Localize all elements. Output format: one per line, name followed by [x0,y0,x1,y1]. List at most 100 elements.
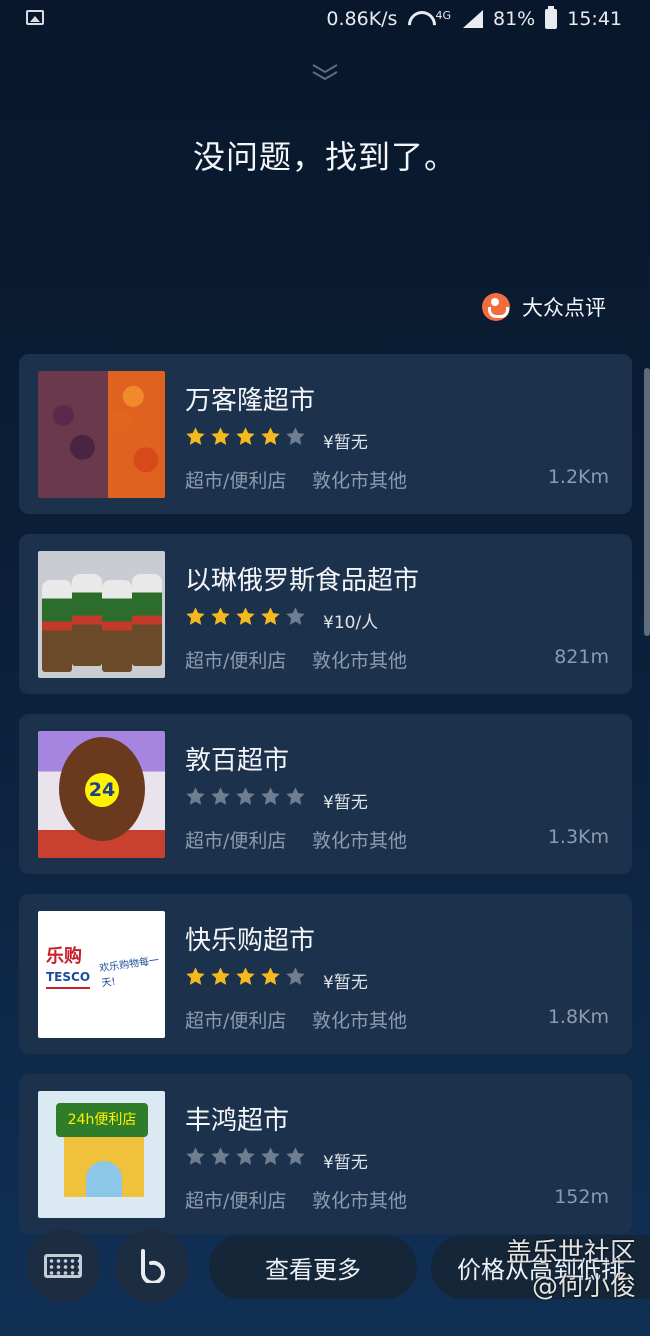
status-indicators: 0.86K/s 4G 81% 15:41 [326,6,622,30]
watermark-line1: 盖乐世社区 [505,1238,636,1268]
result-distance: 1.8Km [547,1006,609,1028]
star-filled-icon [186,427,205,445]
result-price: ¥暂无 [323,433,368,453]
result-area: 敦化市其他 [312,830,408,852]
star-empty-icon [236,787,255,805]
result-price: ¥暂无 [323,1153,368,1173]
result-card[interactable]: 24h便利店 丰鸿超市 ¥暂无 超市/便利店 敦化市其他 152m [19,1074,632,1234]
result-name: 以琳俄罗斯食品超市 [185,566,420,596]
can-graphic [42,580,72,672]
result-distance: 1.3Km [547,826,609,848]
view-more-button[interactable]: 查看更多 [209,1235,417,1299]
result-distance: 152m [554,1186,609,1208]
result-thumbnail [38,371,165,498]
battery-icon [545,6,558,29]
rating-stars [185,606,306,627]
wifi-icon [407,9,433,29]
star-filled-icon [236,427,255,445]
source-name: 大众点评 [522,296,606,320]
result-area: 敦化市其他 [312,1190,408,1212]
star-filled-icon [236,967,255,985]
result-thumbnail: 24h便利店 [38,1091,165,1218]
keyboard-icon [44,1254,82,1278]
result-price: ¥10/人 [323,613,379,633]
result-list: 万客隆超市 ¥暂无 超市/便利店 敦化市其他 1.2Km 以琳俄罗斯食品超市 ¥… [19,354,632,1254]
result-category: 超市/便利店 [185,1190,287,1212]
network-speed: 0.86K/s [326,8,398,30]
result-category: 超市/便利店 [185,650,287,672]
star-filled-icon [186,607,205,625]
star-empty-icon [286,1147,305,1165]
result-distance: 821m [554,646,609,668]
donut-graphic: 24 [59,737,145,841]
result-distance: 1.2Km [547,466,609,488]
can-graphic [132,574,162,666]
star-empty-icon [211,1147,230,1165]
result-card[interactable]: 万客隆超市 ¥暂无 超市/便利店 敦化市其他 1.2Km [19,354,632,514]
result-category: 超市/便利店 [185,1010,287,1032]
gallery-notification-icon [26,10,44,25]
result-thumbnail: 24 [38,731,165,858]
star-empty-icon [286,787,305,805]
tesco-slogan: 欢乐购物每一天! [98,955,160,990]
star-empty-icon [186,787,205,805]
star-filled-icon [261,967,280,985]
assistant-response-title: 没问题，找到了。 [192,138,457,176]
result-thumbnail [38,551,165,678]
star-empty-icon [211,787,230,805]
store-door-graphic [86,1161,122,1197]
result-thumbnail: 乐购 TESCO 欢乐购物每一天! [38,911,165,1038]
clock: 15:41 [567,8,622,30]
result-price: ¥暂无 [323,793,368,813]
watermark: 盖乐世社区 @何小俊 [506,1236,636,1304]
result-area: 敦化市其他 [312,1010,408,1032]
dianping-icon [482,293,510,321]
result-name: 丰鸿超市 [185,1106,290,1136]
result-name: 万客隆超市 [185,386,316,416]
status-bar: 0.86K/s 4G 81% 15:41 [0,0,650,40]
result-price: ¥暂无 [323,973,368,993]
star-empty-icon [286,967,305,985]
star-filled-icon [211,967,230,985]
keyboard-button[interactable] [26,1229,100,1303]
rating-stars [185,966,306,987]
star-empty-icon [236,1147,255,1165]
result-area: 敦化市其他 [312,650,408,672]
scroll-indicator[interactable] [644,368,650,636]
star-empty-icon [286,607,305,625]
rating-stars [185,426,306,447]
tesco-logo-en: TESCO [46,967,91,989]
tesco-logo: 乐购 TESCO [46,946,91,989]
star-empty-icon [286,427,305,445]
result-name: 快乐购超市 [185,926,316,956]
result-category: 超市/便利店 [185,470,287,492]
star-filled-icon [236,607,255,625]
star-filled-icon [211,427,230,445]
can-graphic [102,580,132,672]
result-name: 敦百超市 [185,746,290,776]
store-sign: 24h便利店 [56,1103,148,1137]
thumbnail-24-label: 24 [85,773,119,807]
tesco-logo-cn: 乐购 [46,946,82,967]
result-area: 敦化市其他 [312,470,408,492]
bixby-button[interactable] [115,1229,189,1303]
watermark-line2: @何小俊 [531,1272,636,1302]
star-empty-icon [261,1147,280,1165]
star-filled-icon [211,607,230,625]
signal-icon [461,10,483,28]
star-filled-icon [186,967,205,985]
source-attribution[interactable]: 大众点评 [482,292,606,322]
result-card[interactable]: 24 敦百超市 ¥暂无 超市/便利店 敦化市其他 1.3Km [19,714,632,874]
result-card[interactable]: 以琳俄罗斯食品超市 ¥10/人 超市/便利店 敦化市其他 821m [19,534,632,694]
rating-stars [185,786,306,807]
result-card[interactable]: 乐购 TESCO 欢乐购物每一天! 快乐购超市 ¥暂无 超市/便利店 敦化市其他… [19,894,632,1054]
star-filled-icon [261,607,280,625]
rating-stars [185,1146,306,1167]
star-empty-icon [261,787,280,805]
battery-percent: 81% [493,8,536,30]
can-graphic [72,574,102,666]
chevron-down-icon[interactable] [310,62,340,82]
network-type: 4G [435,8,451,22]
result-category: 超市/便利店 [185,830,287,852]
star-filled-icon [261,427,280,445]
